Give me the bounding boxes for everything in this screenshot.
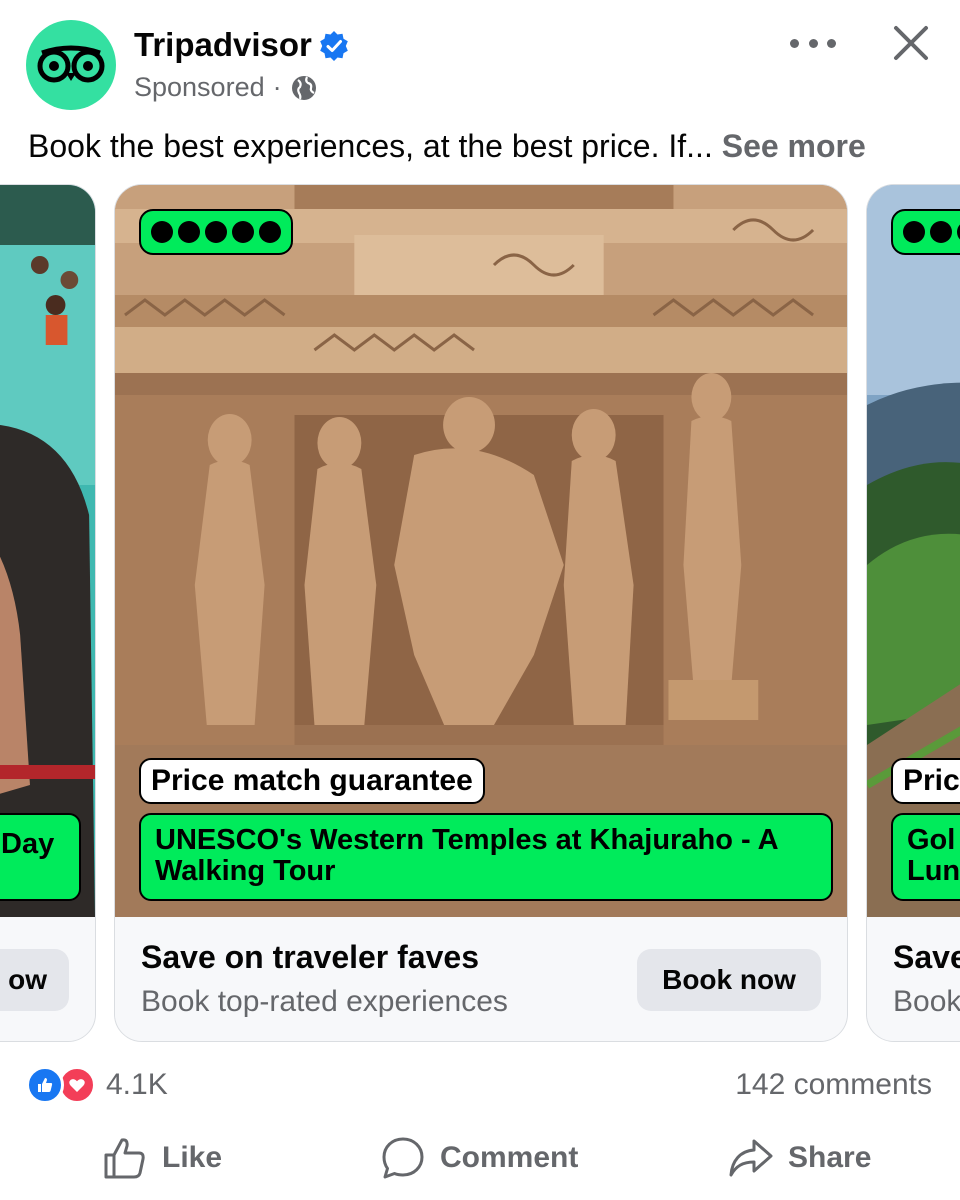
tripadvisor-avatar[interactable] (26, 20, 116, 110)
book-now-button[interactable]: Book now (637, 949, 821, 1011)
share-button[interactable]: Share (728, 1128, 871, 1188)
separator-dot: · (272, 72, 282, 102)
book-now-button-fragment[interactable]: ow (0, 949, 69, 1011)
caption-text: Book the best experiences, at the best p… (28, 128, 713, 164)
carousel-card-main[interactable]: Price match guarantee UNESCO's Western T… (114, 184, 848, 1042)
see-more-link[interactable]: See more (722, 128, 866, 164)
footer-title: Save on traveler faves (141, 939, 479, 975)
sponsored-label: Sponsored (134, 72, 265, 102)
sponsored-row: Sponsored · (134, 72, 318, 103)
card-image-water (0, 185, 95, 917)
carousel-card-next[interactable]: Pric Gol Lun Save Book (866, 184, 960, 1042)
thumbs-up-icon (104, 1138, 145, 1179)
comments-count[interactable]: 142 comments (735, 1068, 932, 1102)
close-icon[interactable] (888, 20, 934, 66)
carousel-card-previous[interactable]: Day ow (0, 184, 96, 1042)
post-caption: Book the best experiences, at the best p… (28, 128, 866, 165)
footer-subtitle: Book top-rated experiences (141, 985, 508, 1018)
like-button[interactable]: Like (102, 1128, 222, 1188)
reactions-summary[interactable]: 4.1K (26, 1066, 168, 1104)
card-footer: Save on traveler faves Book top-rated ex… (115, 917, 847, 1041)
rating-bubbles-partial (891, 209, 960, 255)
reaction-count: 4.1K (106, 1068, 168, 1101)
verified-badge-icon (320, 31, 348, 61)
footer-subtitle-fragment: Book (893, 985, 960, 1018)
card-footer: ow (0, 917, 95, 1041)
footer-title-fragment: Save (893, 939, 960, 975)
rating-bubbles (139, 209, 293, 255)
card-footer: Save Book (867, 917, 960, 1041)
share-arrow-icon (729, 1139, 773, 1177)
like-label: Like (162, 1141, 223, 1174)
card-title-fragment: Day (0, 813, 81, 901)
card-title-fragment: Gol Lun (891, 813, 960, 901)
like-reaction-icon (26, 1066, 64, 1104)
comment-button[interactable]: Comment (380, 1128, 578, 1188)
share-label: Share (788, 1141, 872, 1174)
card-image-mountains (867, 185, 960, 917)
page-name[interactable]: Tripadvisor (134, 26, 312, 64)
comment-label: Comment (440, 1141, 579, 1174)
action-bar: Like Comment Share (0, 1128, 960, 1188)
comment-bubble-icon (382, 1137, 424, 1179)
temple-sculpture-image (115, 185, 847, 917)
globe-icon (291, 75, 316, 100)
post-header: Tripadvisor Sponsored · (0, 0, 960, 120)
price-tag-fragment: Pric (891, 758, 960, 804)
tripadvisor-owl-icon (37, 45, 105, 83)
tour-title: UNESCO's Western Temples at Khajuraho - … (139, 813, 833, 901)
price-match-tag: Price match guarantee (139, 758, 485, 804)
more-options-icon[interactable] (790, 28, 836, 58)
